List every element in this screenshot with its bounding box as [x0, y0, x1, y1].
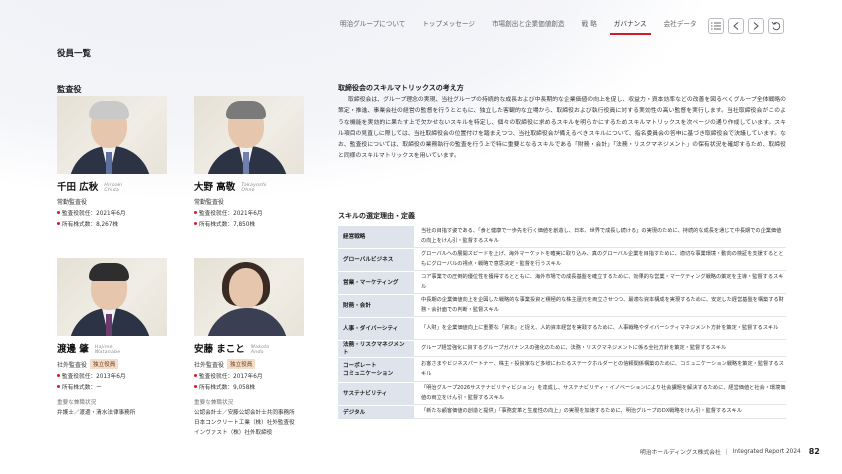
report-name: Integrated Report 2024 [732, 448, 801, 455]
skill-description: グローバルへの展開スピードを上げ、海外マーケットを確実に取り込み、真のグローバル… [414, 249, 786, 271]
independent-officer-badge: 独立役員 [90, 359, 119, 369]
concurrent-positions-label: 重要な兼職状況 [194, 400, 234, 406]
officer-shares: 所有株式数：9,058株 [199, 385, 256, 391]
officer-appointed: 監査役就任：2021年6月 [199, 211, 263, 217]
table-row: デジタル 「新たな顧客価値の創造と提供」「事務変革と生産性の向上」の実現を加速する… [338, 406, 786, 419]
company-name: 明治ホールディングス株式会社 [640, 450, 721, 456]
table-row: 営業・マーケティング コア事業での圧倒的優位性を獲得するとともに、海外市場での成長… [338, 272, 786, 294]
officer-appointed: 監査役就任：2013年6月 [62, 374, 126, 380]
skill-description: グループ経営強化に資するグループガバナンスの強化のために、法務・リスクマネジメン… [414, 341, 786, 357]
skills-table: 経営戦略 当社の目指す姿である、「食と健康で一歩先を行く価値を創造し、日本、世界で… [338, 225, 786, 420]
table-row: コーポレート コミュニケーション お客さまやビジネスパートナー、株主・投資家など多… [338, 358, 786, 382]
section-heading-auditors: 監査役 [57, 84, 82, 94]
page-controls [708, 18, 784, 34]
page-title: 役員一覧 [57, 49, 92, 59]
table-row: 法務・リスクマネジメント グループ経営強化に資するグループガバナンスの強化のために… [338, 341, 786, 357]
officer-shares: 所有株式数：7,850株 [199, 222, 256, 228]
officer-name-romaji: Takayoshi Ohno [241, 183, 267, 193]
officer-shares: 所有株式数：ー [62, 385, 102, 391]
officer-photo [194, 258, 304, 336]
page-footer: 明治ホールディングス株式会社 | Integrated Report 2024 … [640, 447, 820, 456]
skill-name: グローバルビジネス [338, 249, 414, 271]
skill-description: お客さまやビジネスパートナー、株主・投資家など多岐にわたるステークホルダーとの信… [414, 358, 786, 382]
page-number: 82 [808, 447, 820, 456]
concurrent-position: 公認会計士／安藤公認会計士共同事務所 [194, 410, 295, 416]
table-row: 財務・会計 中長期の企業価値向上を企図した戦略的な事業投資と積極的な株主還元を両立… [338, 295, 786, 317]
skill-name: 経営戦略 [338, 226, 414, 248]
back-icon[interactable] [768, 18, 784, 34]
skill-description: 「明治グループ2026サステナビリティビジョン」を達成し、サステナビリティ・イノ… [414, 383, 786, 405]
officer-card-ohno: 大野 高敬 Takayoshi Ohno 常勤監査役 監査役就任：2021年6月 … [194, 96, 304, 228]
officer-shares: 所有株式数：8,267株 [62, 222, 119, 228]
skill-matrix-heading: 取締役会のスキルマトリックスの考え方 [338, 84, 464, 92]
nav-governance[interactable]: ガバナンス [609, 18, 651, 35]
skill-matrix-body: 取締役会は、グループ理念の実現、当社グループの持続的な成長および中長期的な企業価… [338, 97, 786, 160]
officer-photo [57, 258, 167, 336]
skill-description: 「新たな顧客価値の創造と提供」「事務変革と生産性の向上」の実現を加速するために、… [414, 406, 786, 419]
concurrent-position: インヴァスト（株）社外取締役 [194, 430, 273, 436]
officer-appointed: 監査役就任：2021年6月 [62, 211, 126, 217]
top-navigation: 明治グループについて トップメッセージ 市場創出と企業価値創造 戦 略 ガバナン… [340, 18, 714, 35]
skill-description: 「人財」を企業価値向上に重要な「資本」と捉え、人的資本経営を実践するために、人事… [414, 318, 786, 340]
next-page-icon[interactable] [748, 18, 764, 34]
skill-name: 法務・リスクマネジメント [338, 341, 414, 357]
officer-photo [57, 96, 167, 174]
independent-officer-badge: 独立役員 [227, 359, 256, 369]
concurrent-position: 弁護士／渡邊・清水法律事務所 [57, 410, 136, 416]
nav-top-message[interactable]: トップメッセージ [422, 18, 475, 28]
officer-name: 千田 広秋 [57, 182, 99, 193]
skill-name: サステナビリティ [338, 383, 414, 405]
skill-name: 人事・ダイバーシティ [338, 318, 414, 340]
officer-role: 社外監査役 [57, 361, 88, 369]
nav-strategy[interactable]: 戦 略 [582, 18, 597, 28]
skill-name: 財務・会計 [338, 295, 414, 317]
table-row: 経営戦略 当社の目指す姿である、「食と健康で一歩先を行く価値を創造し、日本、世界で… [338, 226, 786, 248]
list-icon[interactable] [708, 18, 724, 34]
officer-name: 渡邊 肇 [57, 344, 89, 355]
concurrent-positions-label: 重要な兼職状況 [57, 400, 97, 406]
officer-role: 常勤監査役 [57, 199, 88, 206]
officer-card-chida: 千田 広秋 Hiroaki Chida 常勤監査役 監査役就任：2021年6月 所… [57, 96, 167, 228]
footer-separator: | [725, 448, 728, 455]
skill-description: 中長期の企業価値向上を企図した戦略的な事業投資と積極的な株主還元を両立させつつ、… [414, 295, 786, 317]
officer-card-ando: 安藤 まこと Makoto Ando 社外監査役 独立役員 監査役就任：2017年… [194, 258, 304, 436]
skill-description: コア事業での圧倒的優位性を獲得するとともに、海外市場での成長基盤を確立するために… [414, 272, 786, 294]
officer-role: 常勤監査役 [194, 199, 225, 206]
skills-definition-heading: スキルの選定理由・定義 [338, 212, 415, 220]
nav-company-data[interactable]: 会社データ [664, 18, 697, 28]
officer-name: 安藤 まこと [194, 344, 245, 355]
nav-about[interactable]: 明治グループについて [340, 18, 405, 28]
nav-value-creation[interactable]: 市場創出と企業価値創造 [492, 18, 565, 28]
officer-photo [194, 96, 304, 174]
officer-name-romaji: Hiroaki Chida [104, 183, 123, 193]
prev-page-icon[interactable] [728, 18, 744, 34]
skill-name: 営業・マーケティング [338, 272, 414, 294]
skill-description: 当社の目指す姿である、「食と健康で一歩先を行く価値を創造し、日本、世界で成長し続… [414, 226, 786, 248]
table-row: 人事・ダイバーシティ 「人財」を企業価値向上に重要な「資本」と捉え、人的資本経営を… [338, 318, 786, 340]
skill-name: デジタル [338, 406, 414, 419]
officer-name-romaji: Hajime Watanabe [94, 345, 121, 355]
officer-name: 大野 高敬 [194, 182, 236, 193]
skill-name: コーポレート コミュニケーション [338, 358, 414, 382]
officer-appointed: 監査役就任：2017年6月 [199, 374, 263, 380]
officer-card-watanabe: 渡邊 肇 Hajime Watanabe 社外監査役 独立役員 監査役就任：201… [57, 258, 167, 416]
table-row: サステナビリティ 「明治グループ2026サステナビリティビジョン」を達成し、サステ… [338, 383, 786, 405]
officer-role: 社外監査役 [194, 361, 225, 369]
concurrent-position: 日本コンクリート工業（株）社外監査役 [194, 420, 295, 426]
officer-name-romaji: Makoto Ando [250, 345, 270, 355]
table-row: グローバルビジネス グローバルへの展開スピードを上げ、海外マーケットを確実に取り込… [338, 249, 786, 271]
